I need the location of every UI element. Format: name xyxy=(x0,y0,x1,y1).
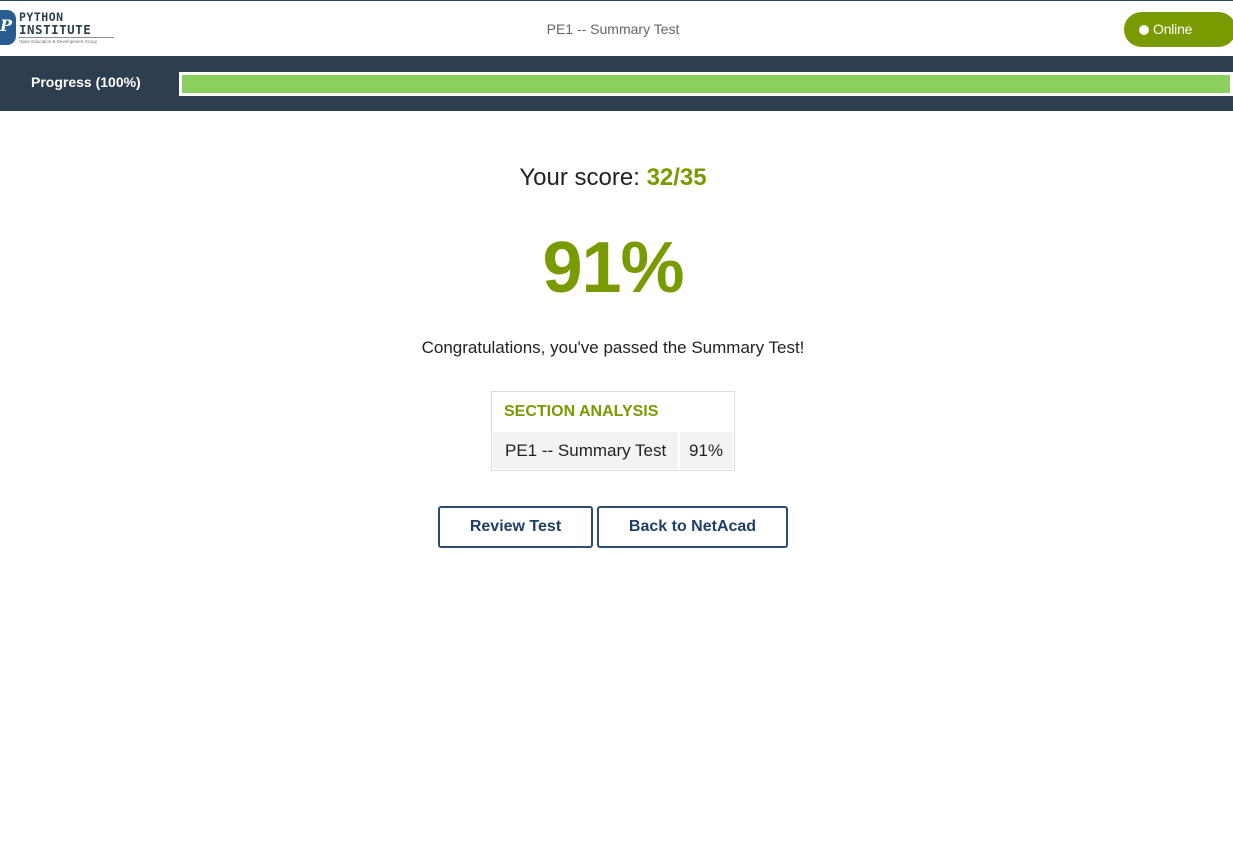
result-message: Congratulations, you've passed the Summa… xyxy=(421,338,805,357)
logo-tagline: Open Education & Development Group xyxy=(19,39,98,44)
score-summary: Your score: 32/35 xyxy=(0,164,1226,192)
logo-divider xyxy=(19,37,114,38)
review-test-button[interactable]: Review Test xyxy=(438,506,593,548)
back-to-netacad-button[interactable]: Back to NetAcad xyxy=(597,506,788,548)
score-label: Your score: xyxy=(519,164,640,191)
progress-section: Progress (100%) xyxy=(0,56,1233,111)
section-analysis-table: SECTION ANALYSIS PE1 -- Summary Test 91% xyxy=(491,391,735,471)
status-label: Online xyxy=(1153,21,1193,37)
section-name-cell: PE1 -- Summary Test xyxy=(493,432,678,469)
online-status-badge[interactable]: Online xyxy=(1124,12,1233,47)
section-analysis-title: SECTION ANALYSIS xyxy=(504,403,659,420)
score-value: 32/35 xyxy=(646,164,707,191)
status-dot-icon xyxy=(1139,25,1149,35)
progress-label: Progress (100%) xyxy=(31,74,141,90)
progress-bar-fill xyxy=(182,75,1230,93)
score-percent: 91% xyxy=(542,228,684,308)
progress-bar xyxy=(179,72,1233,96)
table-row: PE1 -- Summary Test 91% xyxy=(493,432,733,469)
top-header: P PYTHON INSTITUTE Open Education & Deve… xyxy=(0,0,1233,56)
page-title: PE1 -- Summary Test xyxy=(546,21,680,37)
section-score-cell: 91% xyxy=(680,432,733,469)
